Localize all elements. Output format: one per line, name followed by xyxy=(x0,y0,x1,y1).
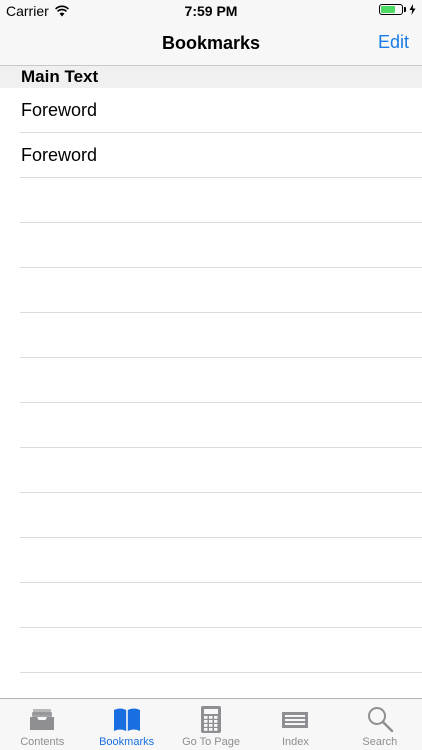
search-icon xyxy=(366,705,394,733)
calculator-icon xyxy=(197,705,225,733)
tab-label: Go To Page xyxy=(182,736,240,748)
tab-label: Search xyxy=(362,736,398,748)
charging-bolt-icon xyxy=(409,4,416,15)
list-item xyxy=(0,538,422,583)
list-item[interactable]: Foreword xyxy=(0,88,422,133)
list-item[interactable]: Foreword xyxy=(0,133,422,178)
tab-bar: Contents Bookmarks Go To Page Index Sear… xyxy=(0,698,422,750)
tab-bookmarks[interactable]: Bookmarks xyxy=(84,699,168,750)
edit-button[interactable]: Edit xyxy=(378,32,409,53)
list-item xyxy=(0,223,422,268)
list-item xyxy=(0,313,422,358)
list-item xyxy=(0,583,422,628)
list-item xyxy=(0,493,422,538)
open-book-icon xyxy=(113,705,141,733)
section-header: Main Text xyxy=(0,66,422,88)
list-item xyxy=(0,448,422,493)
list-item xyxy=(0,628,422,673)
list-item xyxy=(0,178,422,223)
tab-contents[interactable]: Contents xyxy=(0,699,84,750)
status-bar: Carrier 7:59 PM xyxy=(0,0,422,22)
battery-icon xyxy=(379,4,403,15)
list-item xyxy=(0,268,422,313)
navigation-bar: Bookmarks Edit xyxy=(0,22,422,66)
list-item xyxy=(0,403,422,448)
tab-label: Bookmarks xyxy=(99,736,155,748)
battery-indicator xyxy=(379,4,416,15)
tab-search[interactable]: Search xyxy=(338,699,422,750)
bookmark-list: Foreword Foreword xyxy=(0,88,422,673)
battery-level xyxy=(381,6,395,13)
list-item-label: Foreword xyxy=(21,145,98,165)
tab-label: Contents xyxy=(20,736,65,748)
tab-label: Index xyxy=(281,736,309,748)
list-item xyxy=(0,358,422,403)
page-title: Bookmarks xyxy=(161,33,261,53)
index-card-icon xyxy=(281,705,309,733)
battery-cap xyxy=(404,7,406,12)
inbox-tray-icon xyxy=(28,705,56,733)
section-title: Main Text xyxy=(21,67,99,86)
list-item-label: Foreword xyxy=(21,100,98,120)
tab-index[interactable]: Index xyxy=(253,699,337,750)
status-time: 7:59 PM xyxy=(184,3,238,19)
tab-go-to-page[interactable]: Go To Page xyxy=(169,699,253,750)
